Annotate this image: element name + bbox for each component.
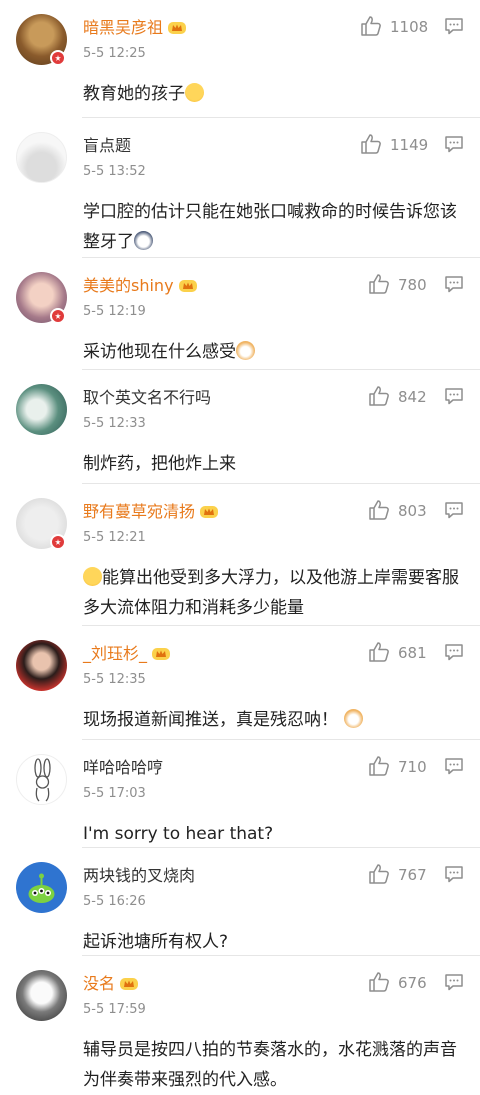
verified-badge-icon — [50, 50, 66, 66]
like-count: 1108 — [390, 18, 429, 36]
vip-crown-icon — [168, 22, 187, 34]
comment-item: 咩哈哈哈哼 5-5 17:03 710 I'm sorry to hear th… — [0, 740, 480, 848]
like-count: 842 — [398, 388, 427, 406]
reply-comment-icon[interactable] — [444, 135, 464, 153]
thumbs-up-icon — [369, 756, 389, 776]
reply-comment-icon[interactable] — [444, 757, 464, 775]
reply-comment-icon[interactable] — [444, 275, 464, 293]
reply-comment-icon[interactable] — [444, 387, 464, 405]
vip-crown-icon — [152, 648, 171, 660]
vip-crown-icon — [178, 280, 197, 292]
comment-time: 5-5 12:21 — [83, 530, 146, 545]
comment-time: 5-5 17:59 — [83, 1002, 146, 1017]
comment-text: 制炸药，把他炸上来 — [83, 454, 236, 474]
like-button[interactable]: 780 — [368, 272, 438, 300]
comment-text: I'm sorry to hear that? — [83, 824, 274, 844]
thumbs-up-icon — [361, 16, 381, 36]
comment-text: 起诉池塘所有权人? — [83, 932, 229, 952]
comment-item: 野有蔓草宛清扬 5-5 12:21 803 能算出他受到多大浮力，以及他游上岸需… — [0, 484, 480, 626]
comment-time: 5-5 12:33 — [83, 416, 146, 431]
like-button[interactable]: 842 — [368, 384, 438, 412]
comment-text: 现场报道新闻推送，真是残忍呐！ — [83, 705, 468, 735]
username[interactable]: 野有蔓草宛清扬 — [83, 501, 219, 523]
comment-item: 盲点题 5-5 13:52 1149 学口腔的估计只能在她张口喊救命的时候告诉您… — [0, 118, 480, 258]
username[interactable]: 取个英文名不行吗 — [83, 387, 211, 409]
thumbs-up-icon — [369, 274, 389, 294]
avatar-astronaut[interactable] — [16, 970, 67, 1021]
thumbs-up-icon — [369, 972, 389, 992]
like-count: 1149 — [390, 136, 429, 154]
comment-item: 暗黑吴彦祖 5-5 12:25 1108 教育她的孩子 — [0, 0, 480, 118]
avatar-rabbit[interactable] — [16, 754, 67, 805]
comment-item: 两块钱的叉烧肉 5-5 16:26 767 起诉池塘所有权人? — [0, 848, 480, 956]
comment-text: 学口腔的估计只能在她张口喊救命的时候告诉您该整牙了 — [83, 202, 457, 252]
vip-crown-icon — [200, 506, 219, 518]
verified-badge-icon — [50, 534, 66, 550]
username[interactable]: 咩哈哈哈哼 — [83, 757, 163, 779]
thumbs-up-icon — [369, 642, 389, 662]
husky-emoji — [134, 231, 153, 250]
like-count: 780 — [398, 276, 427, 294]
comment-item: _刘珏杉_ 5-5 12:35 681 现场报道新闻推送，真是残忍呐！ — [0, 626, 480, 740]
comment-time: 5-5 12:35 — [83, 672, 146, 687]
username[interactable]: 盲点题 — [83, 135, 131, 157]
avatar-man[interactable] — [16, 132, 67, 183]
comment-item: 取个英文名不行吗 5-5 12:33 842 制炸药，把他炸上来 — [0, 370, 480, 484]
cat-emoji — [344, 709, 363, 728]
like-button[interactable]: 767 — [368, 862, 438, 890]
reply-comment-icon[interactable] — [444, 865, 464, 883]
comment-text: 辅导员是按四八拍的节奏落水的，水花溅落的声音为伴奏带来强烈的代入感。 — [83, 1040, 457, 1090]
reply-comment-icon[interactable] — [444, 643, 464, 661]
rabbit-icon — [34, 758, 51, 802]
username[interactable]: 没名 — [83, 973, 139, 995]
avatar-alien[interactable] — [16, 862, 67, 913]
like-count: 681 — [398, 644, 427, 662]
reply-comment-icon[interactable] — [444, 17, 464, 35]
like-count: 710 — [398, 758, 427, 776]
like-count: 767 — [398, 866, 427, 884]
comment-time: 5-5 13:52 — [83, 164, 146, 179]
comment-text: 能算出他受到多大浮力，以及他游上岸需要客服多大流体阻力和消耗多少能量 — [83, 567, 459, 618]
comment-time: 5-5 16:26 — [83, 894, 146, 909]
alien-icon — [28, 873, 55, 903]
thumbs-up-icon — [361, 134, 381, 154]
like-button[interactable]: 710 — [368, 754, 438, 782]
comment-text: 采访他现在什么感受 — [83, 337, 468, 367]
like-count: 803 — [398, 502, 427, 520]
comment-time: 5-5 17:03 — [83, 786, 146, 801]
username[interactable]: 暗黑吴彦祖 — [83, 17, 187, 39]
avatar-woman[interactable] — [16, 640, 67, 691]
like-button[interactable]: 1108 — [360, 14, 430, 42]
reply-comment-icon[interactable] — [444, 501, 464, 519]
username[interactable]: 美美的shiny — [83, 275, 198, 297]
like-button[interactable]: 676 — [368, 970, 438, 998]
username[interactable]: 两块钱的叉烧肉 — [83, 865, 195, 887]
like-count: 676 — [398, 974, 427, 992]
like-button[interactable]: 803 — [368, 498, 438, 526]
like-button[interactable]: 681 — [368, 640, 438, 668]
verified-badge-icon — [50, 308, 66, 324]
thumbs-up-icon — [369, 864, 389, 884]
comment-item: 没名 5-5 17:59 676 辅导员是按四八拍的节奏落水的，水花溅落的声音为… — [0, 956, 480, 1091]
comment-item: 美美的shiny 5-5 12:19 780 采访他现在什么感受 — [0, 258, 480, 370]
comment-time: 5-5 12:19 — [83, 304, 146, 319]
comment-text: 教育她的孩子 — [83, 79, 468, 109]
username[interactable]: _刘珏杉_ — [83, 643, 171, 665]
vip-crown-icon — [120, 978, 139, 990]
flushed-face-emoji — [185, 83, 204, 102]
thumbs-up-icon — [369, 500, 389, 520]
comment-time: 5-5 12:25 — [83, 46, 146, 61]
reply-comment-icon[interactable] — [444, 973, 464, 991]
cat-emoji — [236, 341, 255, 360]
avatar-flowers[interactable] — [16, 384, 67, 435]
like-button[interactable]: 1149 — [360, 132, 430, 160]
thumbs-up-icon — [369, 386, 389, 406]
sly-face-emoji — [83, 567, 102, 586]
